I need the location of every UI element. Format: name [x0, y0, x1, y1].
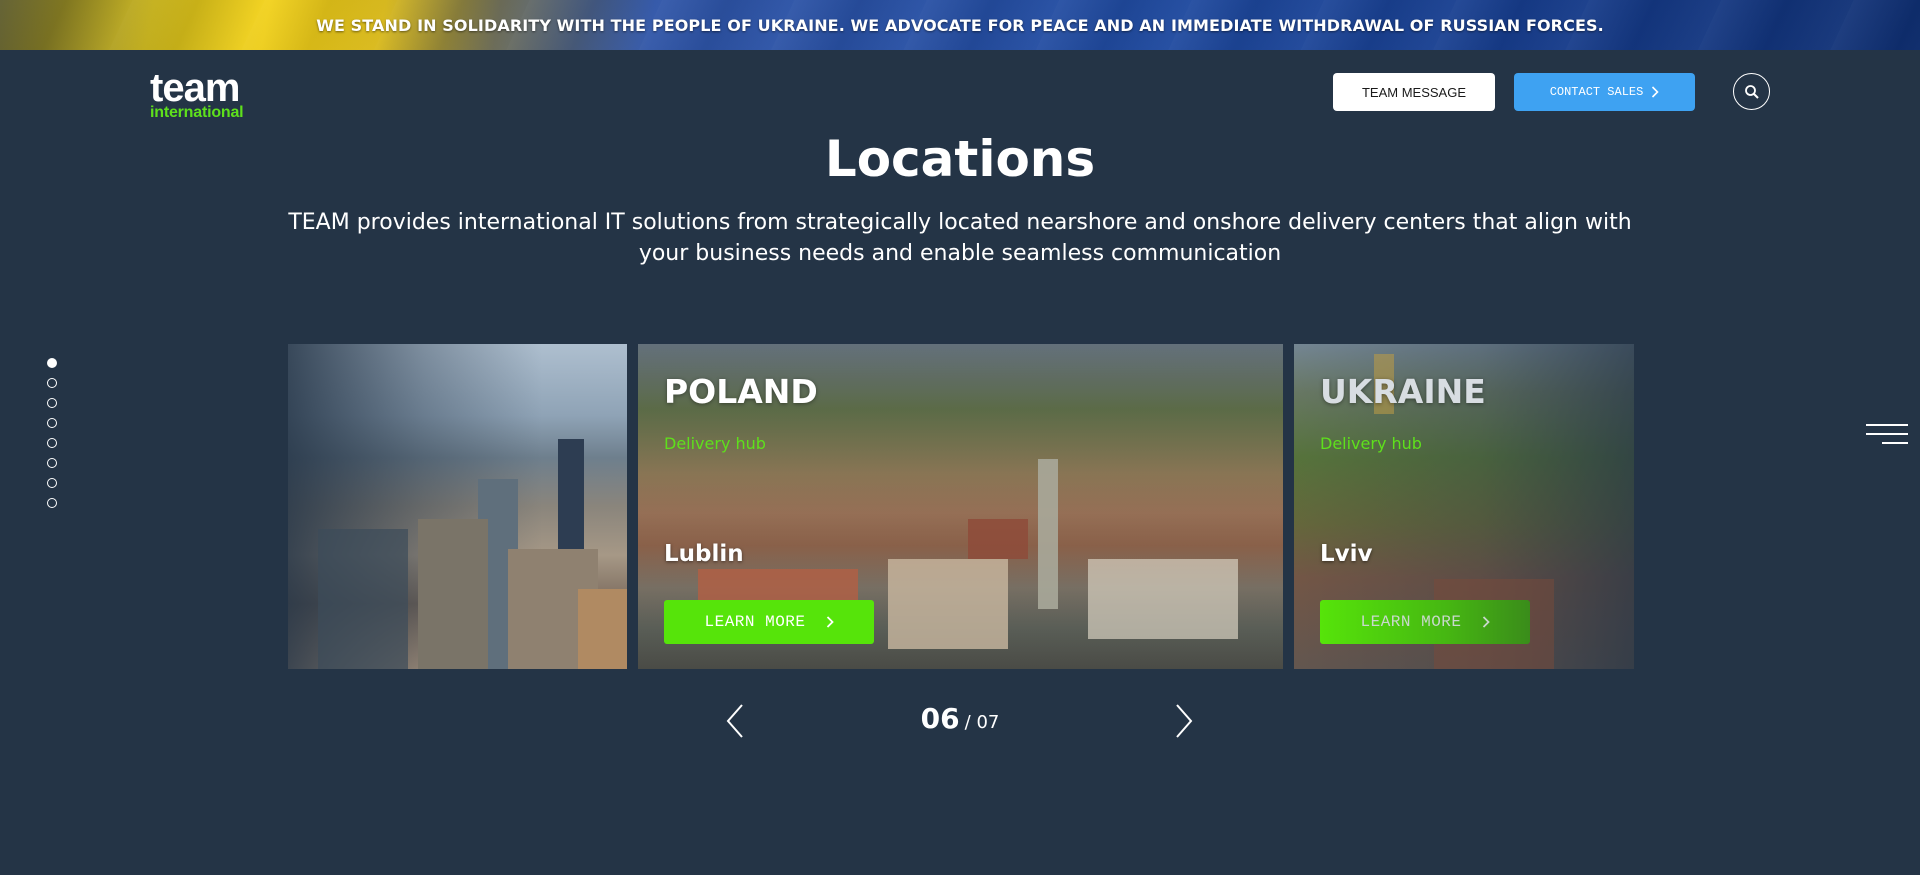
site-logo[interactable]: team international — [150, 68, 270, 121]
tower-shape — [1038, 459, 1058, 609]
location-card-poland[interactable]: POLAND Delivery hub Lublin LEARN MORE — [638, 344, 1283, 669]
pager-current: 06 — [920, 702, 960, 735]
card-city: Lviv — [1320, 541, 1373, 567]
pager-total: / 07 — [964, 712, 1000, 733]
card-country: POLAND — [664, 372, 818, 411]
menu-line — [1866, 424, 1908, 426]
chevron-right-icon — [1482, 616, 1490, 628]
card-hub-label: Delivery hub — [664, 434, 766, 453]
slider-pager: 06 / 07 — [900, 702, 1020, 735]
chevron-right-icon — [1652, 86, 1659, 98]
search-button[interactable] — [1733, 73, 1770, 110]
card-city: Lublin — [664, 541, 744, 567]
chevron-left-icon — [726, 704, 743, 738]
chevron-right-icon — [826, 616, 834, 628]
page-subtitle: TEAM provides international IT solutions… — [288, 210, 1632, 266]
location-card-previous[interactable] — [288, 344, 627, 669]
section-dot[interactable] — [47, 418, 57, 428]
roof-shape — [1088, 559, 1238, 639]
section-dot[interactable] — [47, 478, 57, 488]
menu-line — [1882, 442, 1908, 444]
building-shape — [578, 589, 627, 669]
hamburger-menu-icon[interactable] — [1864, 424, 1908, 454]
section-dot[interactable] — [47, 358, 57, 368]
banner-text: WE STAND IN SOLIDARITY WITH THE PEOPLE O… — [316, 15, 1604, 35]
section-dot[interactable] — [47, 498, 57, 508]
roof-shape — [968, 519, 1028, 559]
contact-sales-button[interactable]: CONTACT SALES — [1514, 73, 1695, 111]
building-shape — [418, 519, 488, 669]
logo-international-text: international — [150, 104, 244, 121]
search-icon — [1744, 84, 1759, 99]
section-dot[interactable] — [47, 378, 57, 388]
learn-more-label: LEARN MORE — [1360, 613, 1462, 631]
learn-more-button[interactable]: LEARN MORE — [664, 600, 874, 644]
logo-team-text: team — [150, 66, 240, 110]
card-country: UKRAINE — [1320, 372, 1486, 411]
card-hub-label: Delivery hub — [1320, 434, 1422, 453]
team-message-button[interactable]: TEAM MESSAGE — [1333, 73, 1495, 111]
building-shape — [318, 529, 408, 669]
page-title: Locations — [824, 130, 1096, 188]
location-card-ukraine[interactable]: UKRAINE Delivery hub Lviv LEARN MORE — [1294, 344, 1634, 669]
contact-sales-label: CONTACT SALES — [1549, 85, 1644, 99]
slider-prev-button[interactable] — [722, 702, 750, 740]
learn-more-label: LEARN MORE — [704, 613, 806, 631]
section-dot[interactable] — [47, 458, 57, 468]
chevron-right-icon — [1176, 704, 1193, 738]
section-dot[interactable] — [47, 398, 57, 408]
section-dot[interactable] — [47, 438, 57, 448]
learn-more-button[interactable]: LEARN MORE — [1320, 600, 1530, 644]
slider-next-button[interactable] — [1169, 702, 1197, 740]
menu-line — [1866, 433, 1908, 435]
solidarity-banner: WE STAND IN SOLIDARITY WITH THE PEOPLE O… — [0, 0, 1920, 50]
roof-shape — [888, 559, 1008, 649]
section-dots-nav — [47, 358, 57, 518]
